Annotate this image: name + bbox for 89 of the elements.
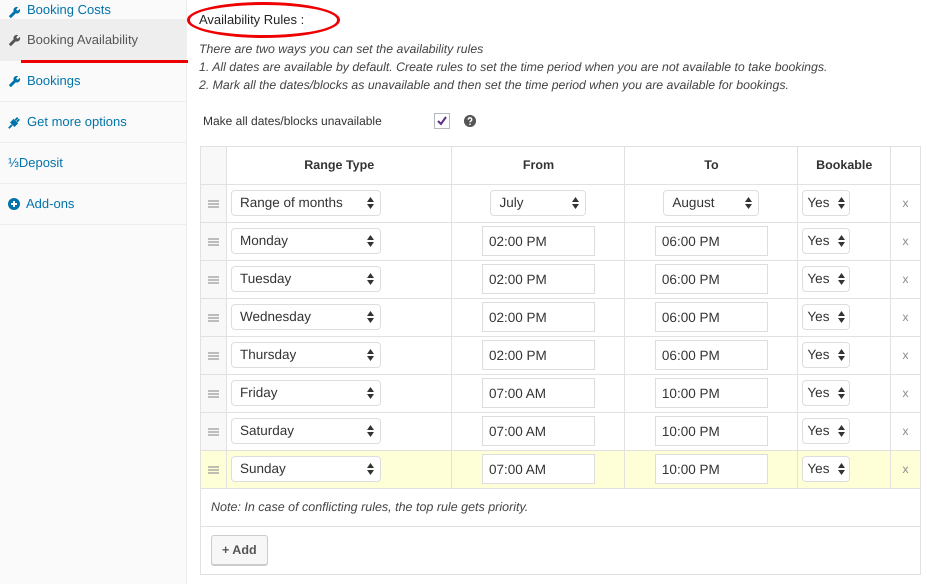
remove-link[interactable]: x	[902, 196, 908, 210]
time-field[interactable]: 06:00 PM	[654, 264, 768, 294]
time-field[interactable]: 06:00 PM	[654, 226, 768, 256]
note-text: Note: In case of conflicting rules, the top rule gets priority.	[200, 488, 920, 526]
select-field[interactable]: Tuesday	[231, 266, 381, 292]
select-arrows-icon	[367, 387, 374, 399]
drag-handle-icon[interactable]	[208, 276, 219, 284]
wrench-icon	[8, 74, 21, 88]
select-arrows-icon	[838, 273, 846, 285]
add-button[interactable]: + Add	[211, 534, 268, 566]
intro-text: 2. Mark all the dates/blocks as unavailable and then set the time period when you are available for bookings.	[199, 76, 790, 94]
select-arrows-icon	[838, 463, 846, 475]
drag-handle-icon[interactable]	[208, 314, 219, 322]
select-arrows-icon	[838, 235, 846, 247]
select-arrows-icon	[367, 349, 374, 361]
drag-handle-icon[interactable]	[208, 352, 219, 360]
time-field[interactable]: 10:00 PM	[654, 454, 768, 484]
remove-link[interactable]: x	[902, 348, 908, 362]
remove-link[interactable]: x	[902, 234, 908, 248]
checkbox[interactable]	[434, 112, 450, 128]
time-field[interactable]: 06:00 PM	[654, 340, 768, 370]
sidebar-item[interactable]: Get more options	[0, 102, 186, 143]
select-field[interactable]: Monday	[231, 228, 381, 254]
time-field[interactable]: 02:00 PM	[482, 340, 595, 370]
intro-text: 1. All dates are available by default. Create rules to set the time period when you are not available to take bookings.	[199, 58, 828, 76]
select-arrows-icon	[838, 311, 846, 323]
drag-handle-icon[interactable]	[208, 238, 219, 246]
column-header: From	[452, 146, 625, 184]
select-field[interactable]: Yes	[802, 456, 850, 482]
time-field[interactable]: 07:00 AM	[482, 378, 595, 408]
plus-circle-icon	[8, 198, 20, 210]
column-header: To	[624, 146, 798, 184]
select-field[interactable]: Yes	[802, 304, 850, 330]
drag-handle-icon[interactable]	[208, 428, 219, 436]
select-arrows-icon	[367, 235, 374, 247]
select-field[interactable]: July	[490, 190, 586, 216]
select-arrows-icon	[838, 387, 846, 399]
drag-handle-icon[interactable]	[208, 200, 219, 208]
select-field[interactable]: Wednesday	[231, 304, 381, 330]
sidebar-item[interactable]: ⅓Deposit	[0, 143, 186, 184]
drag-handle-icon[interactable]	[208, 466, 219, 474]
remove-link[interactable]: x	[902, 272, 908, 286]
wrench-icon	[8, 6, 21, 19]
select-arrows-icon	[367, 425, 374, 437]
select-arrows-icon	[367, 273, 374, 285]
option-label: Make all dates/blocks unavailable	[203, 112, 382, 130]
sidebar-item[interactable]: Bookings	[0, 61, 186, 102]
select-arrows-icon	[838, 197, 846, 209]
section-heading: Availability Rules :	[199, 8, 312, 34]
time-field[interactable]: 02:00 PM	[482, 226, 595, 256]
select-field[interactable]: Yes	[802, 266, 850, 292]
remove-link[interactable]: x	[902, 386, 908, 400]
select-arrows-icon	[745, 197, 752, 209]
select-arrows-icon	[572, 197, 580, 209]
time-field[interactable]: 02:00 PM	[482, 264, 595, 294]
plug-icon	[8, 116, 21, 128]
select-field[interactable]: Yes	[802, 342, 850, 368]
select-field[interactable]: Yes	[802, 418, 850, 444]
select-arrows-icon	[367, 311, 374, 323]
intro-text: There are two ways you can set the availability rules	[199, 40, 484, 58]
help-icon	[464, 114, 476, 126]
select-field[interactable]: Range of months	[231, 190, 381, 216]
remove-link[interactable]: x	[902, 310, 908, 324]
time-field[interactable]: 10:00 PM	[654, 378, 768, 408]
remove-link[interactable]: x	[902, 424, 908, 438]
select-arrows-icon	[838, 425, 846, 437]
select-arrows-icon	[367, 463, 374, 475]
sidebar-item[interactable]: Booking Availability	[0, 20, 186, 61]
column-header: Range Type	[226, 146, 452, 184]
select-field[interactable]: Sunday	[231, 456, 381, 482]
sidebar-item[interactable]: Add-ons	[0, 184, 186, 225]
select-field[interactable]: Friday	[231, 380, 381, 406]
time-field[interactable]: 07:00 AM	[482, 416, 595, 446]
drag-handle-icon[interactable]	[208, 390, 219, 398]
time-field[interactable]: 10:00 PM	[654, 416, 768, 446]
time-field[interactable]: 06:00 PM	[654, 302, 768, 332]
time-field[interactable]: 02:00 PM	[482, 302, 595, 332]
select-field[interactable]: Yes	[802, 190, 850, 216]
column-header: Bookable	[798, 146, 890, 184]
select-field[interactable]: Thursday	[231, 342, 381, 368]
select-field[interactable]: Yes	[802, 228, 850, 254]
select-field[interactable]: August	[663, 190, 760, 216]
remove-link[interactable]: x	[902, 462, 908, 476]
select-arrows-icon	[838, 349, 846, 361]
select-field[interactable]: Saturday	[231, 418, 381, 444]
select-arrows-icon	[367, 197, 374, 209]
time-field[interactable]: 07:00 AM	[482, 454, 595, 484]
wrench-icon	[8, 34, 21, 46]
select-field[interactable]: Yes	[802, 380, 850, 406]
